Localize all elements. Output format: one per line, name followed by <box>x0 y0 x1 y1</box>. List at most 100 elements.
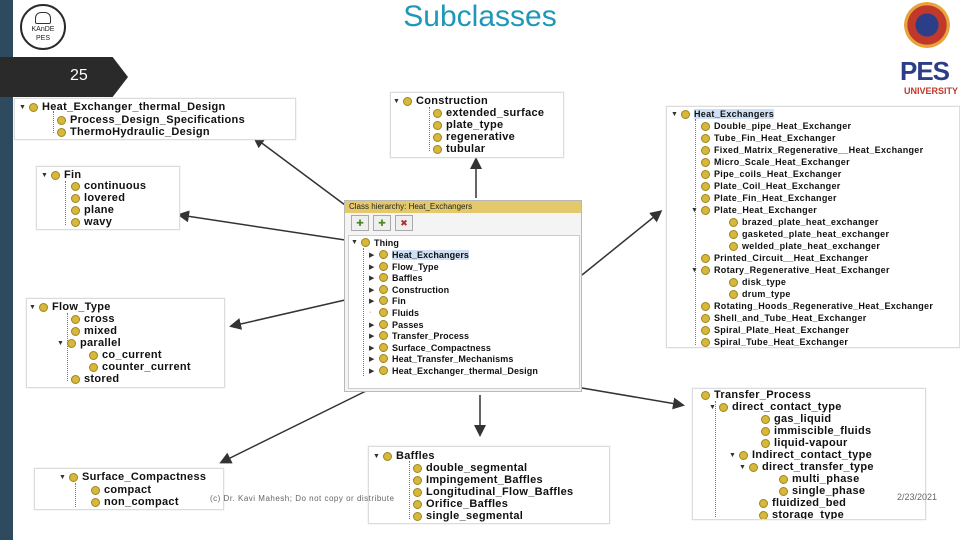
expand-icon[interactable]: ▶ <box>369 274 377 282</box>
collapse-icon[interactable]: ▼ <box>57 340 65 347</box>
tree-node[interactable]: Rotary_Regenerative_Heat_Exchanger <box>714 265 890 275</box>
tree-node[interactable]: storage_type <box>772 509 844 519</box>
collapse-icon[interactable]: ▼ <box>29 304 37 311</box>
collapse-icon[interactable]: ▼ <box>729 452 737 459</box>
tree-node-selected[interactable]: Heat_Exchangers <box>694 109 775 119</box>
tree-node[interactable]: single_phase <box>792 485 865 497</box>
tree-node[interactable]: Process_Design_Specifications <box>70 114 245 126</box>
expand-icon[interactable]: ▶ <box>369 344 377 352</box>
tree-node[interactable]: Double_pipe_Heat_Exchanger <box>714 121 851 131</box>
collapse-icon[interactable]: ▼ <box>41 172 49 179</box>
tree-node[interactable]: double_segmental <box>426 462 527 474</box>
tree-node[interactable]: Fluids <box>392 308 419 318</box>
tree-node[interactable]: brazed_plate_heat_exchanger <box>742 217 879 227</box>
tree-node-selected[interactable]: Heat_Exchangers <box>392 249 470 260</box>
tree-node[interactable]: continuous <box>84 180 146 192</box>
tree-node[interactable]: Longitudinal_Flow_Baffles <box>426 486 573 498</box>
tree-node[interactable]: Construction <box>392 285 449 295</box>
tree-node[interactable]: fluidized_bed <box>772 497 846 509</box>
tree-node[interactable]: gas_liquid <box>774 413 831 425</box>
expand-icon[interactable]: ▶ <box>369 297 377 305</box>
tree-node[interactable]: stored <box>84 373 119 385</box>
tree-node[interactable]: non_compact <box>104 496 179 508</box>
expand-icon[interactable]: ▶ <box>369 263 377 271</box>
tree-node[interactable]: tubular <box>446 143 485 155</box>
tree-node[interactable]: co_current <box>102 349 162 361</box>
tree-node[interactable]: regenerative <box>446 131 515 143</box>
tree-node[interactable]: Tube_Fin_Heat_Exchanger <box>714 133 836 143</box>
tree-node[interactable]: plate_type <box>446 119 503 131</box>
collapse-icon[interactable]: ▼ <box>373 453 381 460</box>
tree-node[interactable]: Plate_Fin_Heat_Exchanger <box>714 193 837 203</box>
tree-node[interactable]: Passes <box>392 320 424 330</box>
collapse-icon[interactable]: ▼ <box>59 474 67 481</box>
collapse-icon[interactable]: ▼ <box>691 207 699 214</box>
tree-node[interactable]: plane <box>84 204 114 216</box>
tree-node[interactable]: Flow_Type <box>392 262 439 272</box>
tree-node[interactable]: Pipe_coils_Heat_Exchanger <box>714 169 842 179</box>
tree-node[interactable]: extended_surface <box>446 107 544 119</box>
tree-node[interactable]: Baffles <box>396 450 435 462</box>
tree-node[interactable]: Rotating_Hoods_Regenerative_Heat_Exchang… <box>714 301 933 311</box>
tree-node[interactable]: Printed_Circuit__Heat_Exchanger <box>714 253 868 263</box>
tree-node[interactable]: direct_contact_type <box>732 401 842 413</box>
collapse-icon[interactable]: ▼ <box>19 104 27 111</box>
tree-node[interactable]: Fixed_Matrix_Regenerative__Heat_Exchange… <box>714 145 923 155</box>
tree-node[interactable]: mixed <box>84 325 117 337</box>
tree-node[interactable]: cross <box>84 313 115 325</box>
expand-icon[interactable]: ▶ <box>369 251 377 259</box>
tree-node[interactable]: Transfer_Process <box>714 389 811 401</box>
tree-node[interactable]: counter_current <box>102 361 191 373</box>
collapse-icon[interactable]: ▼ <box>691 267 699 274</box>
tree-node[interactable]: Heat_Exchanger_thermal_Design <box>42 101 226 113</box>
collapse-icon[interactable]: ▼ <box>709 404 717 411</box>
expand-icon[interactable]: ▶ <box>369 355 377 363</box>
tree-node[interactable]: Shell_and_Tube_Heat_Exchanger <box>714 313 867 323</box>
tree-node[interactable]: Baffles <box>392 273 423 283</box>
expand-icon[interactable]: ▶ <box>369 367 377 375</box>
add-sibling-button[interactable]: ✚ <box>373 215 391 231</box>
tree-node[interactable]: single_segmental <box>426 510 523 522</box>
expand-icon[interactable]: ▶ <box>369 332 377 340</box>
tree-node[interactable]: Plate_Coil_Heat_Exchanger <box>714 181 841 191</box>
tree-node-root[interactable]: Thing <box>374 238 399 248</box>
tree-node[interactable]: Micro_Scale_Heat_Exchanger <box>714 157 850 167</box>
tree-node[interactable]: multi_phase <box>792 473 860 485</box>
tree-node[interactable]: ThermoHydraulic_Design <box>70 126 210 138</box>
tree-node[interactable]: Impingement_Baffles <box>426 474 543 486</box>
tree-node[interactable]: welded_plate_heat_exchanger <box>742 241 880 251</box>
tree-node[interactable]: Transfer_Process <box>392 331 469 341</box>
tree-node[interactable]: Flow_Type <box>52 301 111 313</box>
tree-node[interactable]: Surface_Compactness <box>82 471 206 483</box>
tree-node[interactable]: Heat_Exchanger_thermal_Design <box>392 366 538 376</box>
tree-node[interactable]: compact <box>104 484 151 496</box>
tree-node[interactable]: gasketed_plate_heat_exchanger <box>742 229 889 239</box>
collapse-icon[interactable]: ▼ <box>351 239 359 246</box>
collapse-icon[interactable]: ▼ <box>393 98 401 105</box>
tree-node[interactable]: Spiral_Plate_Heat_Exchanger <box>714 325 849 335</box>
tree-node[interactable]: disk_type <box>742 277 786 287</box>
tree-node[interactable]: Spiral_Tube_Heat_Exchanger <box>714 337 848 347</box>
tree-node[interactable]: parallel <box>80 337 121 349</box>
tree-node[interactable]: Surface_Compactness <box>392 343 491 353</box>
tree-node[interactable]: Plate_Heat_Exchanger <box>714 205 817 215</box>
tree-node[interactable]: liquid-vapour <box>774 437 848 449</box>
tree-node[interactable]: Indirect_contact_type <box>752 449 872 461</box>
collapse-icon[interactable]: ▼ <box>739 464 747 471</box>
add-subclass-button[interactable]: ✚ <box>351 215 369 231</box>
tree-node[interactable]: Heat_Transfer_Mechanisms <box>392 354 513 364</box>
tree-node[interactable]: direct_transfer_type <box>762 461 874 473</box>
tree-node[interactable]: immiscible_fluids <box>774 425 871 437</box>
tree-node[interactable]: Orifice_Baffles <box>426 498 508 510</box>
expand-icon[interactable]: ▶ <box>369 321 377 329</box>
tree-node[interactable]: Construction <box>416 95 488 107</box>
tree-node[interactable]: lovered <box>84 192 125 204</box>
class-icon <box>379 250 388 260</box>
expand-icon[interactable]: ▶ <box>369 286 377 294</box>
delete-class-button[interactable]: ✖ <box>395 215 413 231</box>
tree-node[interactable]: drum_type <box>742 289 791 299</box>
class-icon <box>719 402 728 412</box>
tree-node[interactable]: Fin <box>392 296 406 306</box>
collapse-icon[interactable]: ▼ <box>671 111 679 118</box>
tree-node[interactable]: wavy <box>84 216 112 228</box>
